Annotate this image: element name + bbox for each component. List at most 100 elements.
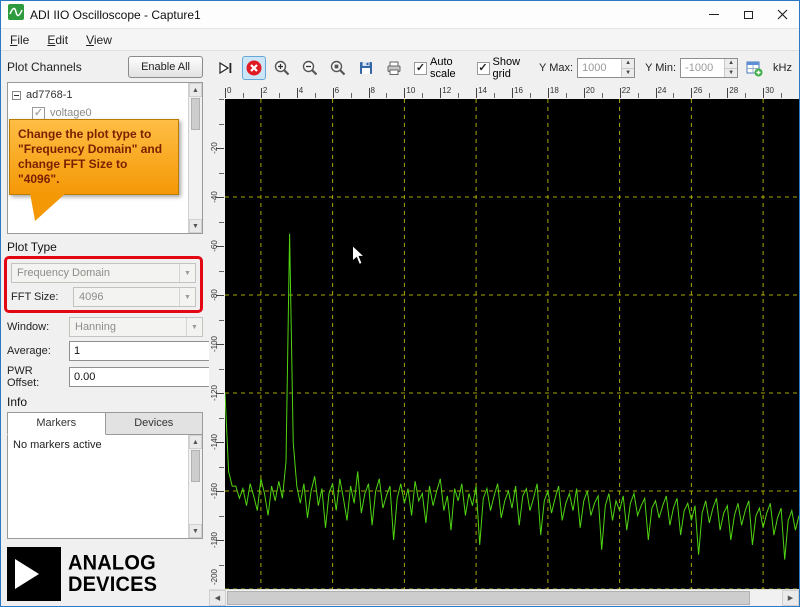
zoom-out-button[interactable]	[298, 56, 322, 80]
save-button[interactable]	[354, 56, 378, 80]
x-minor-tick	[422, 93, 424, 98]
spin-up-icon[interactable]	[725, 59, 738, 69]
new-plot-button[interactable]	[742, 56, 766, 80]
zoom-fit-button[interactable]	[326, 56, 350, 80]
scroll-thumb[interactable]	[191, 98, 200, 130]
analog-devices-logo: ANALOG DEVICES	[7, 547, 203, 601]
tab-devices[interactable]: Devices	[105, 412, 203, 435]
scroll-thumb[interactable]	[191, 450, 200, 482]
y-tick-label: -140	[210, 434, 219, 451]
spin-up-icon[interactable]	[622, 59, 635, 69]
x-minor-tick	[529, 93, 531, 98]
zoom-in-button[interactable]	[270, 56, 294, 80]
minimize-button[interactable]	[697, 1, 731, 28]
plot-type-dropdown[interactable]: Frequency Domain	[11, 263, 196, 283]
average-input[interactable]	[70, 342, 220, 360]
callout-text: Change the plot type to "Frequency Domai…	[18, 127, 163, 186]
menu-edit[interactable]: Edit	[38, 30, 77, 50]
fft-plot[interactable]	[225, 99, 799, 589]
add-plot-icon	[746, 61, 763, 77]
x-minor-tick	[386, 93, 388, 98]
device-name: ad7768-1	[26, 89, 73, 101]
instruction-callout: Change the plot type to "Frequency Domai…	[9, 119, 179, 221]
tree-scrollbar[interactable]: ▲ ▼	[188, 83, 202, 233]
x-minor-tick	[637, 93, 639, 98]
y-tick-label: -20	[210, 142, 219, 154]
chevron-down-icon	[179, 288, 195, 306]
window-title: ADI IIO Oscilloscope - Capture1	[30, 7, 201, 22]
y-axis-ruler: -20 -40 -60 -80 -100 -120 -140 -160 -180 -200	[209, 99, 225, 589]
menu-view[interactable]: View	[77, 30, 121, 50]
y-minor-tick	[219, 417, 224, 419]
x-minor-tick	[673, 93, 675, 98]
capture-step-button[interactable]	[214, 56, 238, 80]
x-tick-label: 2	[262, 86, 268, 95]
zoom-in-icon	[274, 60, 290, 76]
frequency-units-label: kHz	[773, 62, 792, 74]
plot-type-value: Frequency Domain	[17, 267, 110, 279]
y-tick-label: -120	[210, 385, 219, 402]
y-max-spinbox[interactable]	[577, 58, 636, 78]
auto-scale-checkbox[interactable]	[414, 61, 427, 75]
voltage0-checkbox[interactable]	[32, 106, 45, 120]
close-button[interactable]	[765, 1, 799, 28]
fft-trace	[225, 233, 799, 560]
window-label: Window:	[7, 321, 50, 333]
auto-scale-group: Auto scale	[414, 56, 469, 80]
scroll-down-icon[interactable]: ▼	[189, 524, 202, 538]
x-minor-tick	[242, 93, 244, 98]
x-tick-label: 0	[227, 86, 232, 95]
zoom-fit-icon	[330, 60, 346, 76]
y-min-input[interactable]	[681, 59, 725, 77]
x-tick	[332, 88, 334, 98]
y-tick-label: -80	[210, 289, 219, 301]
main-area: Auto scale Show grid Y Max: Y Min:	[209, 51, 799, 606]
x-tick	[476, 88, 478, 98]
spin-down-icon[interactable]	[622, 68, 635, 77]
print-button[interactable]	[382, 56, 406, 80]
fft-plot-svg[interactable]	[225, 99, 799, 589]
x-tick	[763, 88, 765, 98]
y-min-label: Y Min:	[645, 62, 677, 74]
collapse-icon[interactable]	[12, 90, 21, 100]
scroll-up-icon[interactable]: ▲	[189, 435, 202, 449]
scroll-down-icon[interactable]: ▼	[189, 219, 202, 233]
horizontal-scrollbar[interactable]: ◀ ▶	[209, 589, 799, 606]
x-tick-label: 28	[729, 86, 739, 95]
scroll-right-icon[interactable]: ▶	[782, 590, 799, 606]
enable-all-button[interactable]: Enable All	[128, 56, 203, 78]
y-tick-label: -100	[210, 336, 219, 353]
fft-size-dropdown[interactable]: 4096	[73, 287, 196, 307]
tab-markers[interactable]: Markers	[7, 412, 106, 435]
logo-line1: ANALOG	[68, 550, 156, 575]
pwr-offset-input[interactable]	[70, 368, 220, 386]
tree-device-row[interactable]: ad7768-1	[12, 86, 198, 104]
scroll-left-icon[interactable]: ◀	[209, 590, 226, 606]
y-minor-tick	[219, 99, 224, 100]
markers-scrollbar[interactable]: ▲ ▼	[188, 435, 202, 538]
window-dropdown[interactable]: Hanning	[69, 317, 203, 337]
info-tabs: Markers Devices	[7, 412, 203, 435]
spin-down-icon[interactable]	[725, 68, 738, 77]
scroll-up-icon[interactable]: ▲	[189, 83, 202, 97]
x-tick-label: 4	[298, 86, 304, 95]
menu-file[interactable]: File	[1, 30, 38, 50]
y-max-input[interactable]	[578, 59, 622, 77]
maximize-button[interactable]	[731, 1, 765, 28]
show-grid-group: Show grid	[476, 56, 530, 80]
info-label: Info	[7, 395, 28, 409]
scroll-thumb[interactable]	[227, 591, 750, 605]
y-tick-label: -160	[210, 483, 219, 500]
y-min-spinbox[interactable]	[680, 58, 739, 78]
show-grid-checkbox[interactable]	[476, 61, 490, 75]
stop-capture-button[interactable]	[242, 56, 266, 80]
y-minor-tick	[219, 368, 224, 370]
auto-scale-label: Auto scale	[430, 56, 456, 80]
x-tick	[296, 88, 298, 98]
scroll-track[interactable]	[226, 590, 782, 606]
y-tick-label: -180	[210, 532, 219, 549]
chevron-down-icon	[186, 318, 202, 336]
y-minor-tick	[219, 466, 224, 468]
x-tick-label: 22	[621, 86, 631, 95]
app-icon	[8, 4, 24, 25]
